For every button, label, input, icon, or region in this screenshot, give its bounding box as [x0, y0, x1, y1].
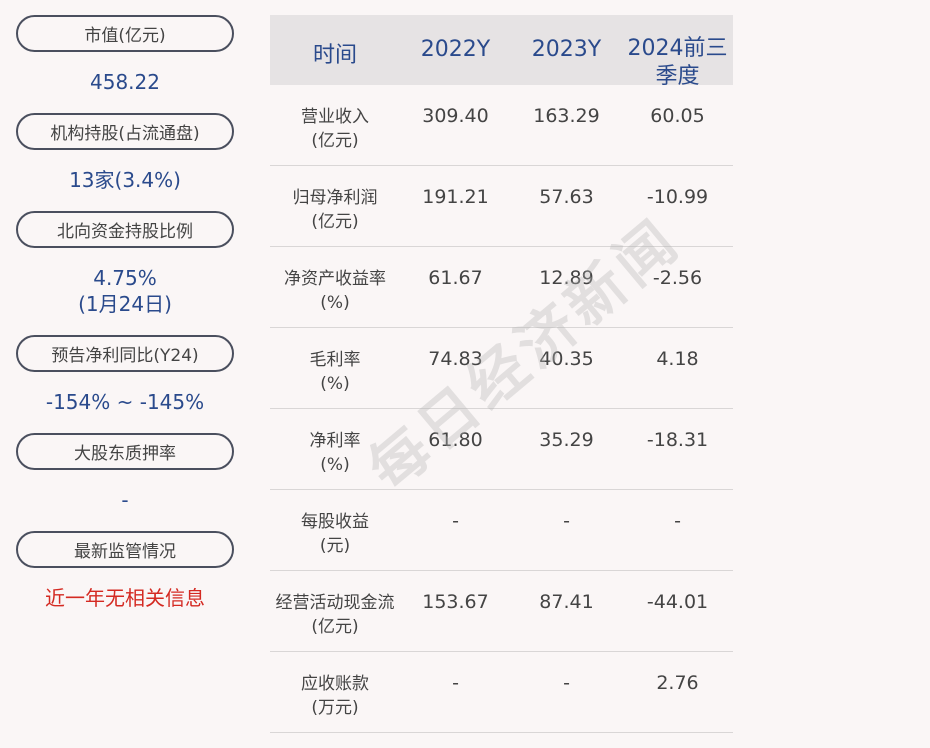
row-label-name: 每股收益	[301, 512, 369, 532]
row-label-name: 应收账款	[301, 674, 369, 694]
table-cell: -18.31	[646, 429, 709, 451]
regulatory-status-value: 近一年无相关信息	[45, 586, 205, 610]
row-label-unit: (亿元)	[311, 131, 359, 151]
table-cell: 60.05	[650, 105, 705, 127]
table-row: 归母净利润 (亿元) 191.21 57.63 -10.99	[270, 166, 733, 247]
row-label-unit: (%)	[320, 455, 350, 475]
table-cell: 153.67	[422, 591, 489, 613]
row-label-name: 净利率	[309, 431, 361, 451]
table-cell: 191.21	[422, 186, 489, 208]
table-cell: -2.56	[652, 267, 703, 289]
table-row: 毛利率 (%) 74.83 40.35 4.18	[270, 328, 733, 409]
table-cell: 61.67	[428, 267, 483, 289]
financial-table: 时间 2022Y 2023Y 2024前三 季度 营业收入 (亿元) 309.40 1…	[270, 15, 733, 733]
table-cell: -44.01	[646, 591, 709, 613]
table-row: 经营活动现金流 (亿元) 153.67 87.41 -44.01	[270, 571, 733, 652]
table-row: 净利率 (%) 61.80 35.29 -18.31	[270, 409, 733, 490]
row-label-name: 营业收入	[301, 107, 369, 127]
row-label: 经营活动现金流 (亿元)	[270, 591, 400, 639]
row-label-name: 经营活动现金流	[275, 593, 395, 613]
table-cell: 57.63	[539, 186, 594, 208]
pledge-rate-value: -	[121, 488, 129, 512]
pledge-rate-label: 大股东质押率	[16, 433, 234, 470]
row-label: 毛利率 (%)	[270, 348, 400, 396]
table-row: 营业收入 (亿元) 309.40 163.29 60.05	[270, 85, 733, 166]
table-cell: -	[563, 672, 570, 694]
market-cap-value: 458.22	[90, 70, 160, 94]
northbound-holding-date: (1月24日)	[78, 292, 172, 316]
row-label: 净资产收益率 (%)	[270, 267, 400, 315]
institutional-holding-value: 13家(3.4%)	[69, 168, 181, 192]
profit-forecast-value: -154% ~ -145%	[45, 390, 205, 414]
market-cap-label: 市值(亿元)	[16, 15, 234, 52]
table-cell: 61.80	[428, 429, 483, 451]
row-label-unit: (%)	[320, 293, 350, 313]
header-2022: 2022Y	[420, 37, 491, 62]
row-label-unit: (%)	[320, 374, 350, 394]
table-cell: -	[452, 672, 459, 694]
regulatory-status-label: 最新监管情况	[16, 531, 234, 568]
table-cell: 309.40	[422, 105, 489, 127]
profit-forecast-label: 预告净利同比(Y24)	[16, 335, 234, 372]
northbound-holding-label: 北向资金持股比例	[16, 211, 234, 248]
row-label-unit: (万元)	[311, 698, 359, 718]
row-label-unit: (元)	[319, 536, 351, 556]
row-label: 归母净利润 (亿元)	[270, 186, 400, 234]
row-label-name: 归母净利润	[292, 188, 378, 208]
header-time: 时间	[312, 43, 357, 68]
row-label: 每股收益 (元)	[270, 510, 400, 558]
header-2023: 2023Y	[531, 37, 602, 62]
table-cell: 4.18	[656, 348, 699, 370]
row-label: 营业收入 (亿元)	[270, 105, 400, 153]
row-label-name: 净资产收益率	[284, 269, 386, 289]
row-label-name: 毛利率	[309, 350, 361, 370]
table-cell: 87.41	[539, 591, 594, 613]
table-row: 净资产收益率 (%) 61.67 12.89 -2.56	[270, 247, 733, 328]
institutional-holding-label: 机构持股(占流通盘)	[16, 113, 234, 150]
table-cell: 35.29	[539, 429, 594, 451]
table-cell: 2.76	[656, 672, 699, 694]
table-cell: -	[452, 510, 459, 532]
row-label: 应收账款 (万元)	[270, 672, 400, 720]
table-cell: -	[674, 510, 681, 532]
table-header: 时间 2022Y 2023Y 2024前三 季度	[270, 15, 733, 89]
table-cell: -	[563, 510, 570, 532]
table-cell: 74.83	[428, 348, 483, 370]
header-2024q3: 2024前三 季度	[622, 35, 733, 91]
row-label-unit: (亿元)	[311, 212, 359, 232]
row-label: 净利率 (%)	[270, 429, 400, 477]
table-row: 应收账款 (万元) - - 2.76	[270, 652, 733, 733]
table-cell: -10.99	[646, 186, 709, 208]
table-cell: 40.35	[539, 348, 594, 370]
table-row: 每股收益 (元) - - -	[270, 490, 733, 571]
table-cell: 163.29	[533, 105, 600, 127]
row-label-unit: (亿元)	[311, 617, 359, 637]
header-2024q3-line1: 2024前三	[627, 36, 728, 61]
northbound-holding-value: 4.75%	[93, 266, 157, 290]
table-cell: 12.89	[539, 267, 594, 289]
summary-panel: 市值(亿元) 458.22 机构持股(占流通盘) 13家(3.4%) 北向资金持…	[0, 0, 250, 748]
